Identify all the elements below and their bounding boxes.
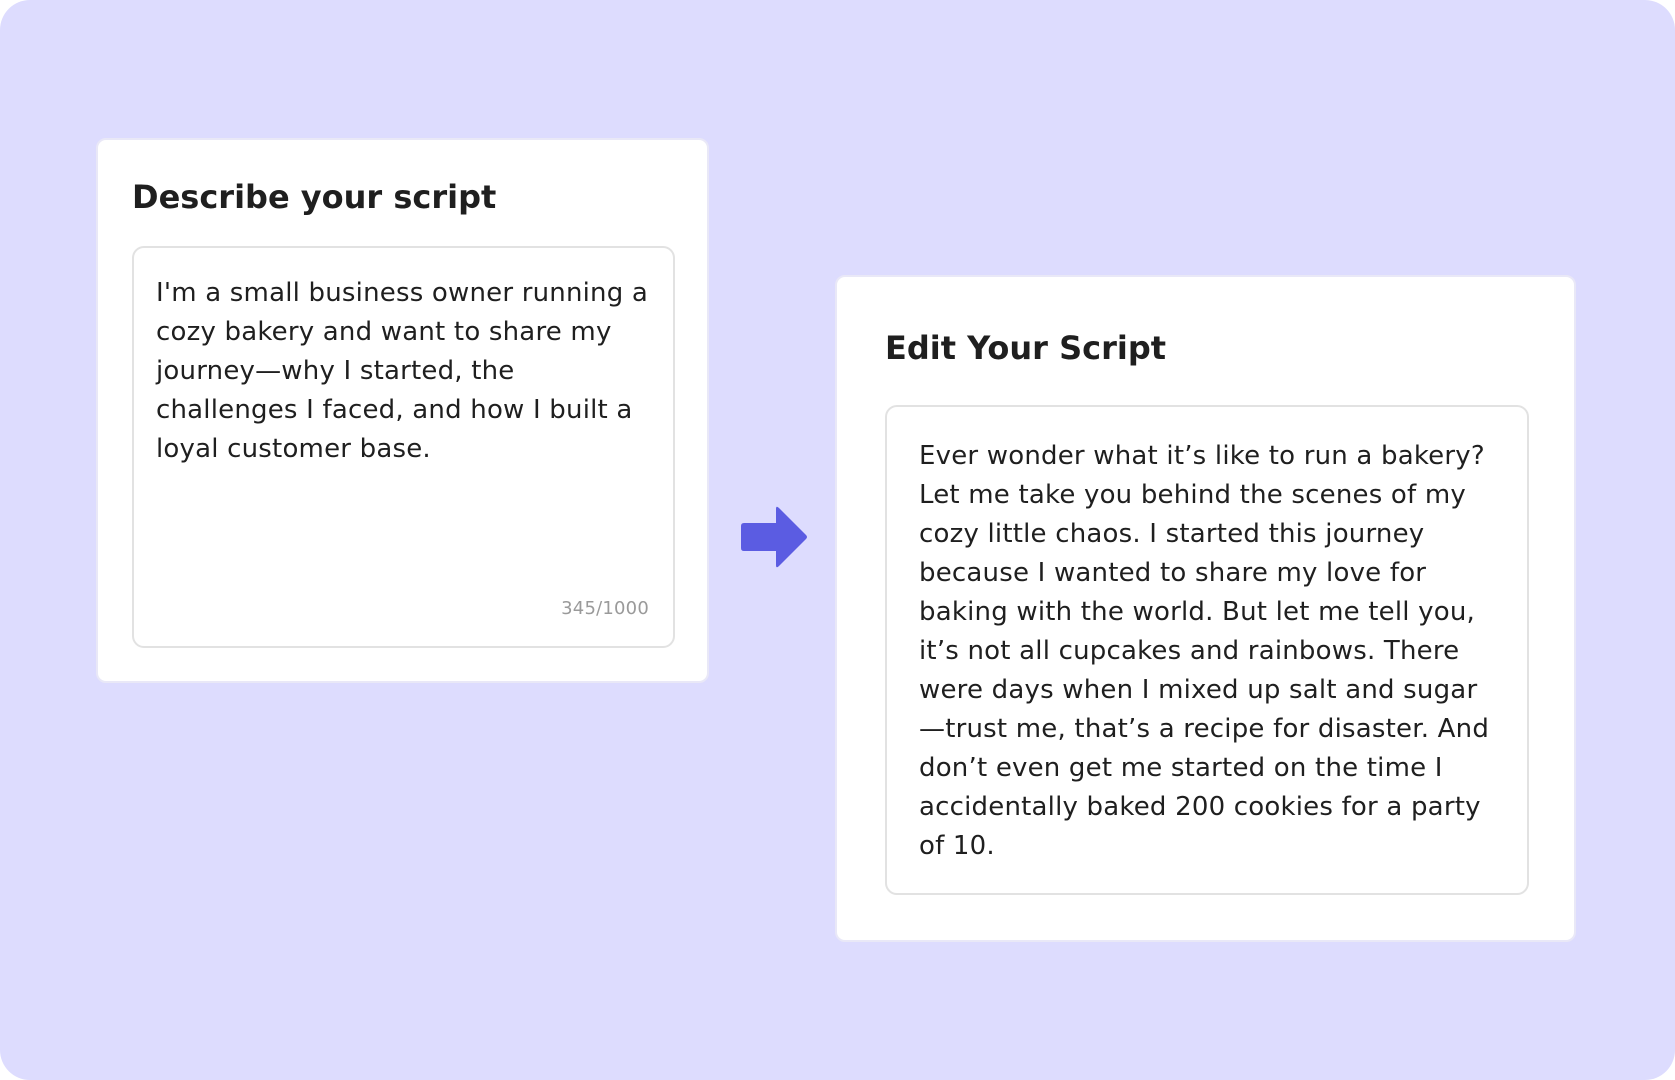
edit-script-card: Edit Your Script Ever wonder what it’s l…: [835, 275, 1576, 942]
edit-script-title: Edit Your Script: [885, 329, 1167, 367]
describe-script-card: Describe your script I'm a small busines…: [96, 138, 709, 683]
arrow-right-icon: [741, 506, 807, 568]
edit-script-text: Ever wonder what it’s like to run a bake…: [919, 441, 1490, 861]
describe-script-text: I'm a small business owner running a coz…: [156, 278, 649, 464]
describe-script-input[interactable]: I'm a small business owner running a coz…: [132, 246, 675, 648]
describe-script-title: Describe your script: [132, 178, 497, 216]
canvas-background: Describe your script I'm a small busines…: [0, 0, 1675, 1080]
edit-script-textarea[interactable]: Ever wonder what it’s like to run a bake…: [885, 405, 1529, 895]
character-counter: 345/1000: [561, 598, 649, 619]
